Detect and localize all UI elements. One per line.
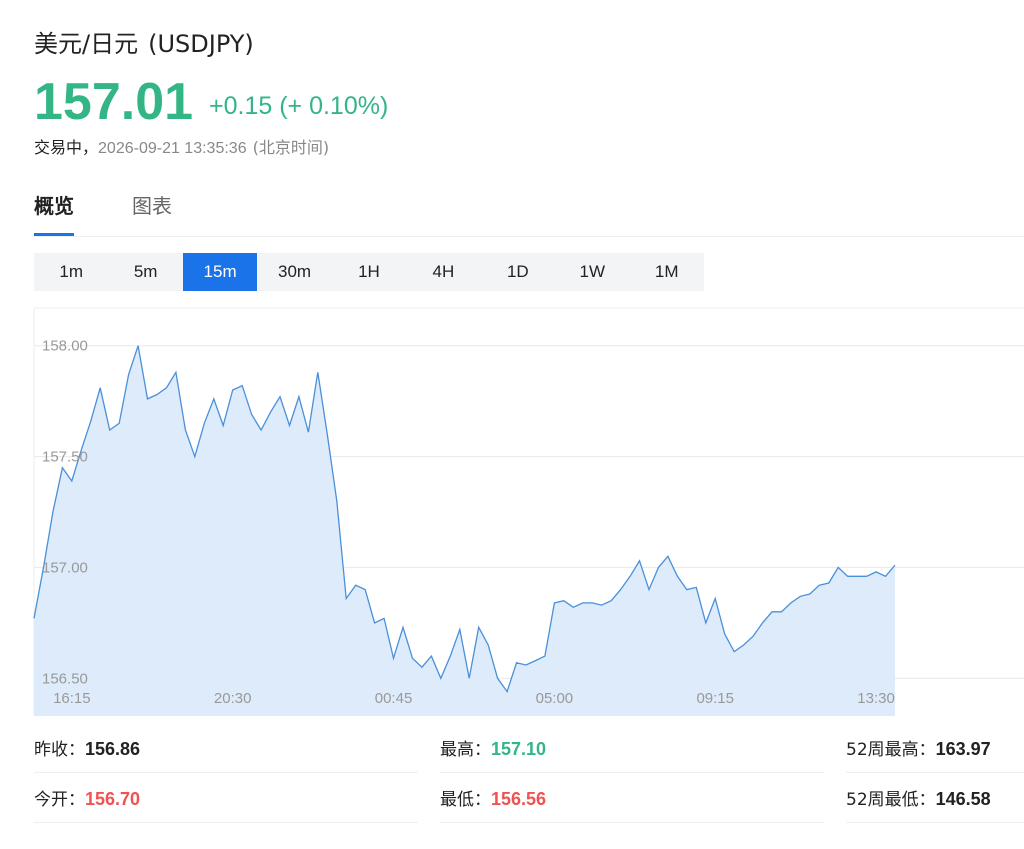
current-price: 157.01 [34,73,194,131]
price-chart-svg: 158.00 157.50 157.00 156.50 16:15 20:30 00:45 0… [33,307,1024,716]
tab-chart[interactable]: 图表 [132,190,172,236]
stat-label: 最高： [440,740,491,760]
y-tick-label: 158.00 [42,338,88,355]
period-button-30m[interactable]: 30m [257,253,331,291]
stat-value: 157.10 [491,739,547,759]
stat-value: 156.56 [491,789,547,809]
tab-overview[interactable]: 概览 [34,190,74,236]
stat-open: 今开：156.70 [34,774,418,823]
period-button-4h[interactable]: 4H [406,253,480,291]
stat-value: 146.58 [935,789,991,809]
stats-panel: 昨收：156.86 最高：157.10 52周最高：163.97 今开：156.… [34,724,1024,834]
period-selector: 1m 5m 15m 30m 1H 4H 1D 1W 1M [34,253,704,291]
stat-low52: 52周最低：146.58 [846,774,1024,823]
y-tick-label: 156.50 [42,670,88,687]
stat-prev-close: 昨收：156.86 [34,724,418,773]
stat-label: 52周最高： [846,740,936,760]
x-tick-label: 09:15 [696,690,734,707]
y-tick-label: 157.50 [42,449,88,466]
stat-high: 最高：157.10 [440,724,824,773]
x-tick-label: 00:45 [375,690,413,707]
x-tick-label: 20:30 [214,690,252,707]
stat-high52: 52周最高：163.97 [846,724,1024,773]
stat-label: 昨收： [34,740,85,760]
price-change: +0.15 (+ 0.10%) [209,92,389,120]
x-tick-label: 16:15 [53,690,91,707]
price-area [34,345,895,716]
stat-value: 156.86 [85,739,141,759]
trading-status: 交易中，2026-09-21 13:35:36 (北京时间) [34,134,329,158]
instrument-code: (USDJPY) [148,30,254,58]
stat-label: 今开： [34,790,85,810]
status-timezone: (北京时间) [252,138,330,157]
stat-label: 52周最低： [846,790,936,810]
x-tick-label: 13:30 [857,690,895,707]
period-button-1d[interactable]: 1D [481,253,555,291]
stat-low: 最低：156.56 [440,774,824,823]
period-button-15m[interactable]: 15m [182,253,258,291]
status-text: 交易中， [34,138,99,157]
x-tick-label: 05:00 [536,690,574,707]
period-button-1m[interactable]: 1m [34,253,108,291]
stat-label: 最低： [440,790,491,810]
status-datetime: 2026-09-21 13:35:36 [98,140,247,157]
instrument-title: 美元/日元 (USDJPY) [34,24,254,59]
period-button-1h[interactable]: 1H [332,253,406,291]
section-tabs: 概览 图表 [34,190,1024,237]
price-chart[interactable]: 158.00 157.50 157.00 156.50 16:15 20:30 00:45 0… [0,306,1024,718]
period-button-1w[interactable]: 1W [555,253,629,291]
y-tick-label: 157.00 [42,559,88,576]
stat-value: 156.70 [85,789,141,809]
period-button-5m[interactable]: 5m [108,253,182,291]
instrument-name: 美元/日元 [34,30,139,58]
period-button-1mo[interactable]: 1M [630,253,704,291]
stat-value: 163.97 [935,739,991,759]
